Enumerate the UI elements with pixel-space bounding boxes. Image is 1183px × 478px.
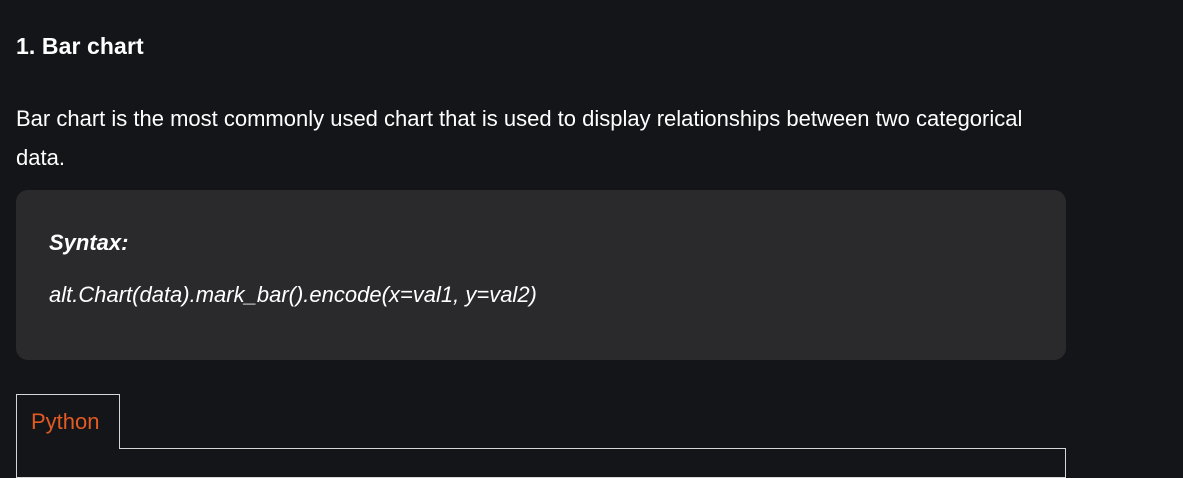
- syntax-code: alt.Chart(data).mark_bar().encode(x=val1…: [49, 282, 537, 307]
- code-panel: [16, 448, 1066, 478]
- section-heading: 1. Bar chart: [16, 33, 144, 59]
- syntax-box: Syntax: alt.Chart(data).mark_bar().encod…: [16, 190, 1066, 360]
- tab-python-label: Python: [31, 409, 100, 434]
- tab-python[interactable]: Python: [16, 394, 120, 449]
- syntax-label: Syntax:: [49, 230, 129, 255]
- intro-paragraph: Bar chart is the most commonly used char…: [16, 106, 1023, 170]
